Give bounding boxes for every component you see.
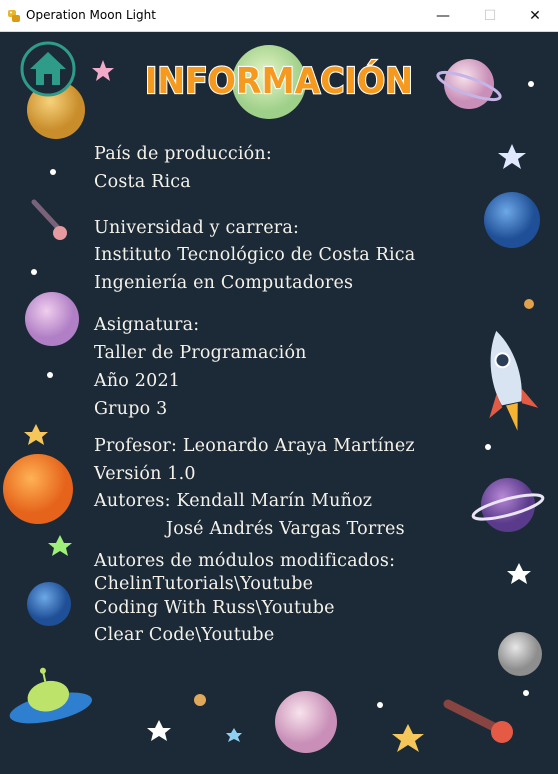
game-window: Operation Moon Light — ☐ ✕ INFORMACIÓN P… xyxy=(0,0,558,774)
group-text: Grupo 3 xyxy=(94,399,168,419)
maximize-button[interactable]: ☐ xyxy=(467,0,513,32)
modules-label: Autores de módulos modificados: xyxy=(94,551,396,571)
planet-purple xyxy=(25,292,79,346)
year-text: Año 2021 xyxy=(94,371,181,391)
comet-right xyxy=(443,699,513,743)
close-button[interactable]: ✕ xyxy=(512,0,558,32)
title-bar: Operation Moon Light — ☐ ✕ xyxy=(0,0,558,32)
planet-ringed-violet xyxy=(471,478,545,532)
university-label: Universidad y carrera: xyxy=(94,218,300,238)
authors-text: Autores: Kendall Marín Muñoz xyxy=(94,491,373,511)
moon-grey xyxy=(498,632,542,676)
course-label: Asignatura: xyxy=(94,315,200,335)
planet-pastel xyxy=(275,691,337,753)
production-country-label: País de producción: xyxy=(94,144,272,164)
info-screen: INFORMACIÓN País de producción: Costa Ri… xyxy=(0,32,558,774)
course-value: Taller de Programación xyxy=(94,343,307,363)
production-country-value: Costa Rica xyxy=(94,172,191,192)
comet-left xyxy=(31,199,67,240)
author-second: José Andrés Vargas Torres xyxy=(166,519,405,539)
space-background xyxy=(3,45,545,753)
tiny-planet-orange xyxy=(524,299,534,309)
rocket xyxy=(489,330,539,431)
home-button[interactable] xyxy=(20,41,76,97)
page-heading: INFORMACIÓN xyxy=(144,59,414,102)
module-credit-1: ChelinTutorials\Youtube xyxy=(94,574,314,594)
svg-text:INFORMACIÓN: INFORMACIÓN xyxy=(145,60,413,102)
planet-ringed-pink xyxy=(436,59,502,109)
window-title: Operation Moon Light xyxy=(26,8,156,22)
planet-orange xyxy=(3,454,73,524)
professor-text: Profesor: Leonardo Araya Martínez xyxy=(94,436,415,456)
ufo xyxy=(9,667,93,724)
tiny-planet-tan xyxy=(194,694,206,706)
module-credit-2: Coding With Russ\Youtube xyxy=(94,598,335,618)
career-value: Ingeniería en Computadores xyxy=(94,273,354,293)
python-icon xyxy=(8,10,20,22)
module-credit-3: Clear Code\Youtube xyxy=(94,625,275,645)
minimize-button[interactable]: — xyxy=(420,0,466,32)
university-value: Instituto Tecnológico de Costa Rica xyxy=(94,245,416,265)
planet-blue-small xyxy=(27,582,71,626)
version-text: Versión 1.0 xyxy=(94,464,196,484)
planet-blue-striped xyxy=(484,192,540,248)
